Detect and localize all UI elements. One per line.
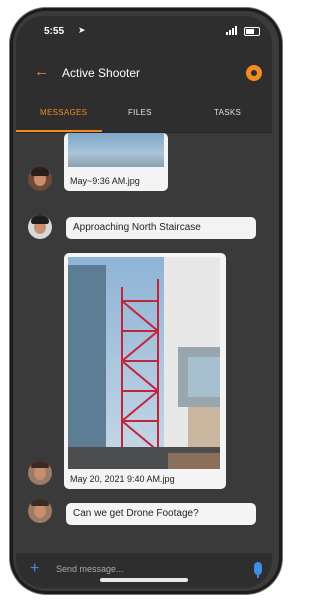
avatar[interactable] <box>28 461 52 485</box>
message-bubble[interactable]: Approaching North Staircase <box>66 217 256 239</box>
chat-header: ← Active Shooter <box>16 52 272 96</box>
message-list[interactable]: May~9:36 AM.jpg Approaching North Stairc… <box>16 133 272 553</box>
hazard-icon[interactable] <box>246 65 262 81</box>
image-thumbnail[interactable] <box>68 257 220 469</box>
image-caption: May 20, 2021 9:40 AM.jpg <box>70 474 175 484</box>
tab-indicator <box>16 130 102 132</box>
image-thumbnail[interactable] <box>68 133 164 167</box>
avatar[interactable] <box>28 167 52 191</box>
tab-files[interactable]: FILES <box>128 108 152 117</box>
image-message[interactable]: May~9:36 AM.jpg <box>64 133 168 191</box>
home-indicator[interactable] <box>100 578 188 582</box>
message-composer: + Send message... <box>16 553 272 588</box>
status-time: 5:55 <box>44 26 65 37</box>
location-icon: ➤ <box>78 25 86 35</box>
avatar[interactable] <box>28 499 52 523</box>
microphone-icon[interactable] <box>254 562 262 578</box>
add-attachment-icon[interactable]: + <box>30 560 39 578</box>
avatar[interactable] <box>28 215 52 239</box>
message-input[interactable]: Send message... <box>56 564 124 574</box>
message-bubble[interactable]: Can we get Drone Footage? <box>66 503 256 525</box>
tab-bar: MESSAGES FILES TASKS <box>16 96 272 133</box>
status-bar: 5:55 ➤ <box>16 16 272 52</box>
app-screen: 5:55 ➤ ← Active Shooter MESSAGES FILES T… <box>16 16 272 588</box>
chat-title: Active Shooter <box>62 66 141 80</box>
signal-icon <box>226 26 238 35</box>
tab-tasks[interactable]: TASKS <box>214 108 241 117</box>
image-message[interactable]: May 20, 2021 9:40 AM.jpg <box>64 253 226 489</box>
back-arrow-icon[interactable]: ← <box>34 63 49 80</box>
battery-icon <box>244 27 260 36</box>
tab-messages[interactable]: MESSAGES <box>40 108 87 117</box>
image-caption: May~9:36 AM.jpg <box>70 176 140 186</box>
